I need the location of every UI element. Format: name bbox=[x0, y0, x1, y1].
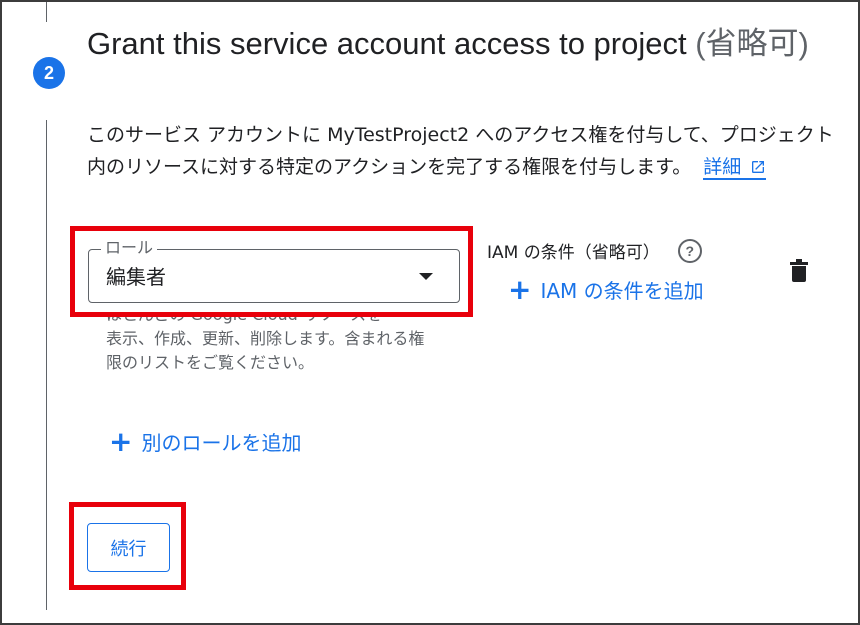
step-number-circle: 2 bbox=[33, 57, 65, 89]
add-iam-condition-button[interactable]: + IAM の条件を追加 bbox=[508, 275, 704, 304]
add-iam-condition-label: IAM の条件を追加 bbox=[540, 279, 704, 303]
add-role-button[interactable]: + 別のロールを追加 bbox=[109, 427, 301, 456]
continue-highlight-box bbox=[69, 502, 186, 590]
external-link-icon bbox=[752, 161, 765, 173]
step-number: 2 bbox=[43, 62, 54, 83]
details-link[interactable]: 詳細 bbox=[703, 156, 767, 180]
details-link-label: 詳細 bbox=[703, 156, 742, 178]
step-title: Grant this service account access to pro… bbox=[87, 24, 832, 64]
stepper-line bbox=[46, 120, 47, 610]
iam-condition-label: IAM の条件（省略可） ? bbox=[487, 238, 702, 263]
role-hint-text: 表示、作成、更新、削除します。含まれる権限のリストをご覧ください。 bbox=[106, 329, 425, 372]
stepper-line-top bbox=[46, 2, 47, 22]
plus-icon: + bbox=[508, 272, 532, 306]
help-icon[interactable]: ? bbox=[677, 238, 702, 263]
plus-icon: + bbox=[109, 424, 133, 458]
role-hint: ほとんどの Google Cloud リソースを 表示、作成、更新、削除します。… bbox=[106, 315, 426, 375]
iam-condition-label-text: IAM の条件（省略可） bbox=[487, 243, 660, 263]
role-highlight-box bbox=[70, 226, 473, 317]
step-description: このサービス アカウントに MyTestProject2 へのアクセス権を付与し… bbox=[87, 119, 847, 183]
step-title-text: Grant this service account access to pro… bbox=[87, 26, 687, 61]
trash-icon[interactable] bbox=[788, 259, 810, 283]
step-title-optional: (省略可) bbox=[695, 26, 809, 61]
add-role-label: 別のロールを追加 bbox=[141, 431, 302, 455]
step-panel: 2 Grant this service account access to p… bbox=[0, 0, 860, 625]
